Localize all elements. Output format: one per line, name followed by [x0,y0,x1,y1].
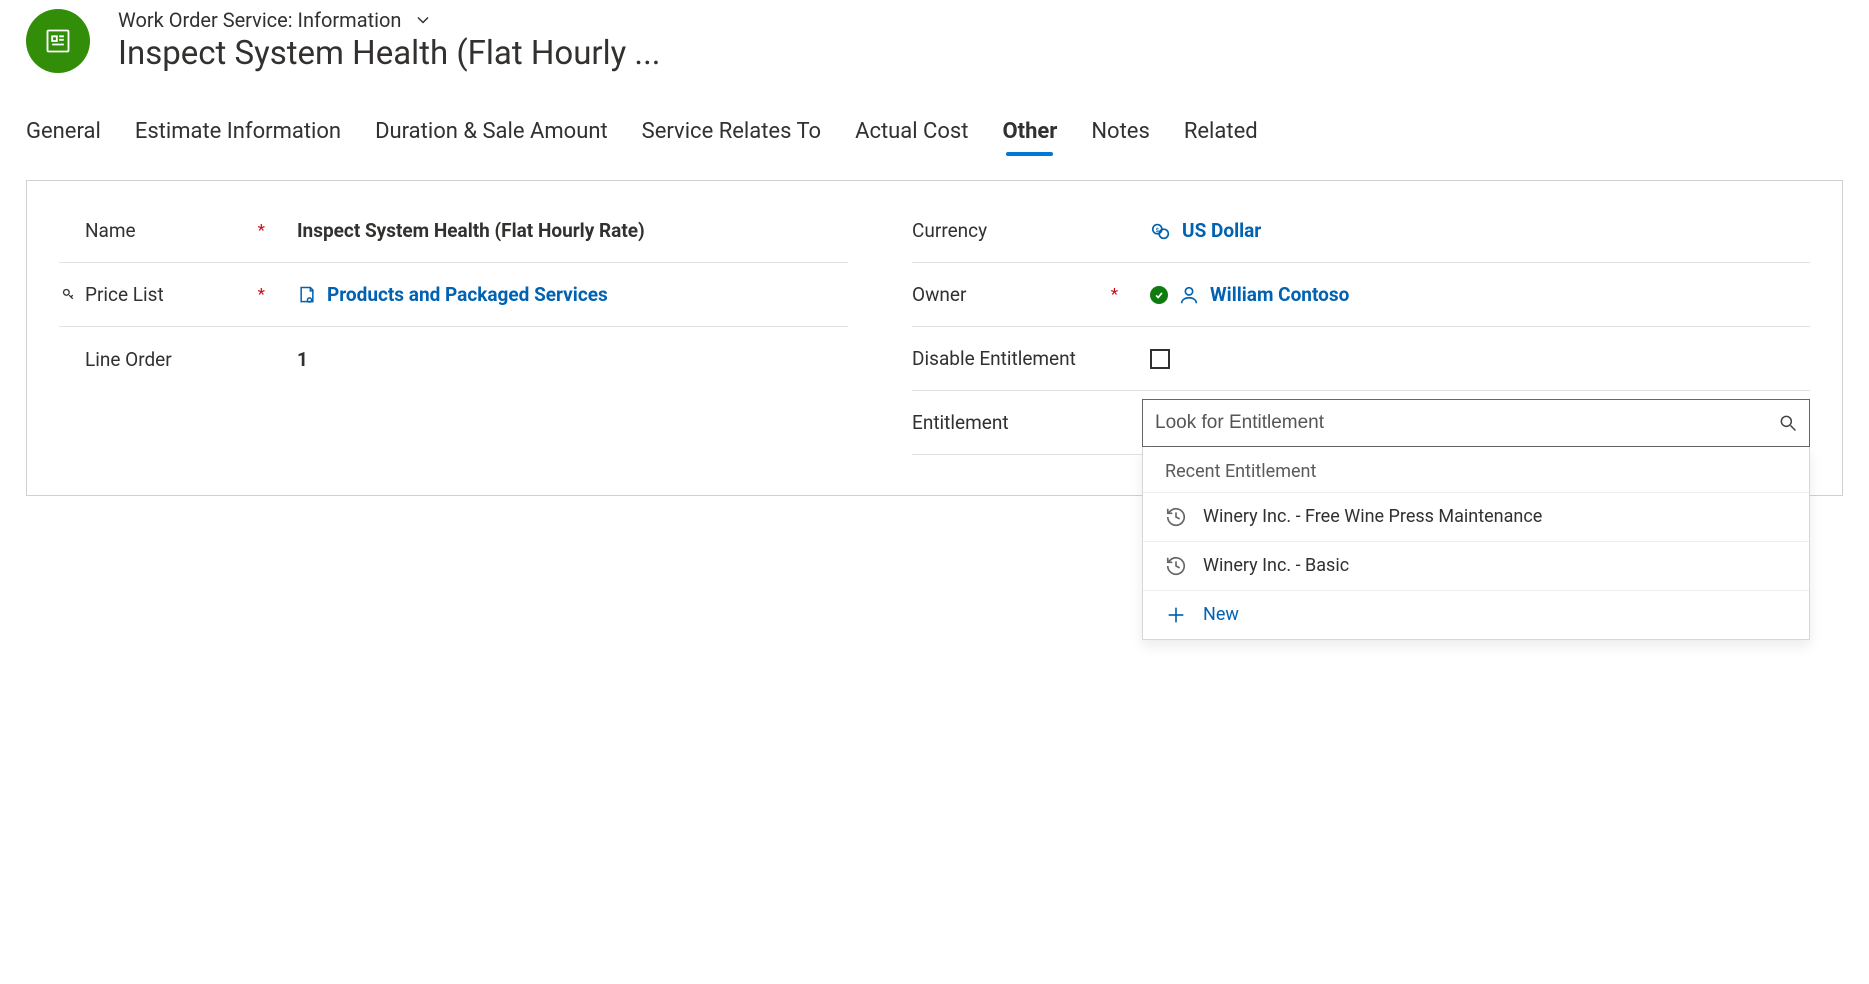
required-indicator: * [1111,285,1132,305]
flyout-recent-header: Recent Entitlement [1143,447,1809,492]
search-icon[interactable] [1778,413,1798,433]
field-currency[interactable]: Currency * $ US Dollar [912,199,1810,263]
entitlement-lookup-flyout: Recent Entitlement Winery Inc. - Free Wi… [1142,447,1810,641]
field-price-list-label: Price List [85,283,164,306]
record-title: Inspect System Health (Flat Hourly ... [118,34,661,73]
form-selector[interactable]: Work Order Service: Information [118,8,661,32]
tab-duration-sale-amount[interactable]: Duration & Sale Amount [375,119,608,152]
required-indicator: * [258,285,279,305]
tab-other[interactable]: Other [1002,119,1057,152]
chevron-down-icon [413,10,433,30]
lookup-option[interactable]: Winery Inc. - Basic [1143,541,1809,590]
recommend-icon [59,286,77,303]
field-currency-label: Currency [912,219,987,242]
form-selector-label: Work Order Service: Information [118,8,401,32]
person-icon [1178,284,1200,306]
lookup-option[interactable]: Winery Inc. - Free Wine Press Maintenanc… [1143,492,1809,541]
lookup-new-button[interactable]: New [1143,590,1809,639]
entity-icon [26,9,90,73]
field-owner-label: Owner [912,283,966,306]
field-owner-value[interactable]: William Contoso [1132,283,1810,306]
entitlement-lookup-input[interactable] [1142,399,1810,447]
tab-actual-cost[interactable]: Actual Cost [855,119,968,152]
field-owner[interactable]: Owner * William Contoso [912,263,1810,327]
plus-icon [1165,604,1187,626]
field-name-value: Inspect System Health (Flat Hourly Rate) [279,219,848,242]
field-disable-entitlement[interactable]: Disable Entitlement * [912,327,1810,391]
presence-available-icon [1150,286,1168,304]
svg-text:$: $ [1156,226,1159,233]
field-currency-value[interactable]: $ US Dollar [1132,219,1810,242]
tab-related[interactable]: Related [1184,119,1258,152]
field-line-order-label: Line Order [85,348,172,371]
history-icon [1165,506,1187,528]
history-icon [1165,555,1187,577]
tab-general[interactable]: General [26,119,101,152]
tab-notes[interactable]: Notes [1091,119,1149,152]
record-header: Work Order Service: Information Inspect … [26,0,1843,73]
field-line-order[interactable]: Line Order * 1 [59,327,848,391]
disable-entitlement-checkbox[interactable] [1150,349,1170,369]
currency-icon: $ [1150,220,1172,242]
field-line-order-value: 1 [279,348,848,371]
field-entitlement-label: Entitlement [912,411,1008,434]
field-disable-entitlement-label: Disable Entitlement [912,347,1076,370]
pricelist-icon [297,285,317,305]
form-tabs: General Estimate Information Duration & … [26,119,1843,152]
tab-service-relates-to[interactable]: Service Relates To [642,119,821,152]
field-name[interactable]: Name * Inspect System Health (Flat Hourl… [59,199,848,263]
field-entitlement[interactable]: Entitlement * Recent Entitlement [912,391,1810,455]
tab-estimate-information[interactable]: Estimate Information [135,119,341,152]
required-indicator: * [258,221,279,241]
form-section-other: Name * Inspect System Health (Flat Hourl… [26,180,1843,496]
field-price-list-value[interactable]: Products and Packaged Services [279,283,848,306]
field-price-list[interactable]: Price List * Products and Packaged Servi… [59,263,848,327]
field-name-label: Name [85,219,136,242]
